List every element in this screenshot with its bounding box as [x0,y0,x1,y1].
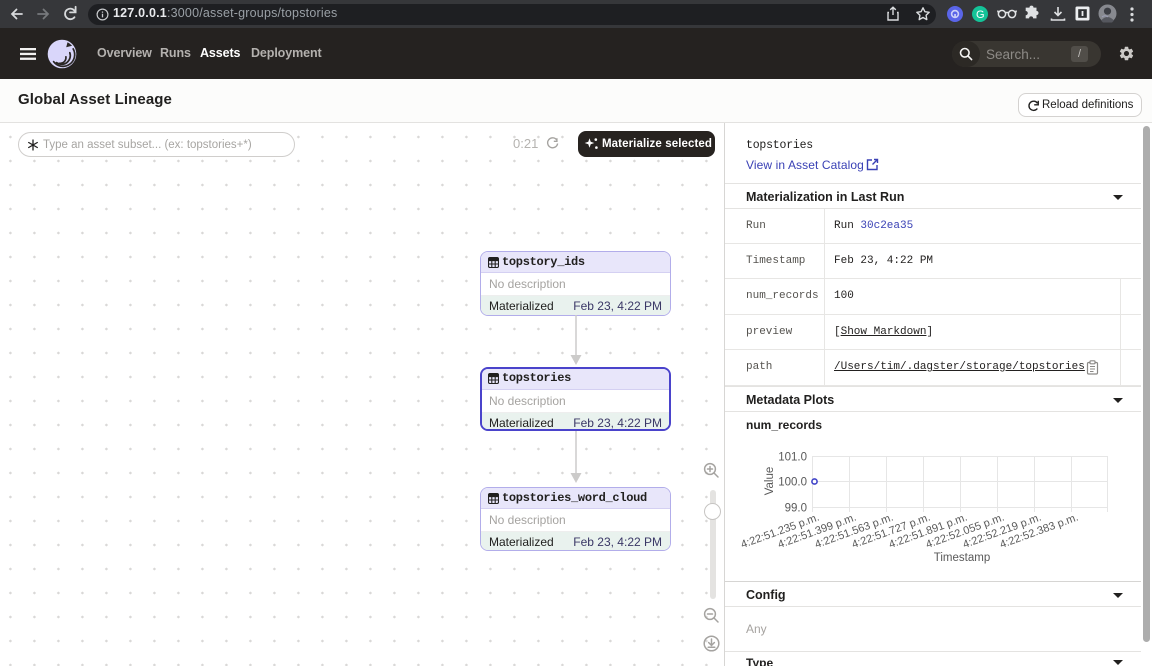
svg-text:Value: Value [764,467,776,496]
svg-text:101.0: 101.0 [778,452,807,464]
svg-text:Timestamp: Timestamp [934,552,990,564]
svg-text:100.0: 100.0 [778,477,807,489]
svg-text:G: G [976,9,985,21]
svg-text:99.0: 99.0 [785,503,807,515]
